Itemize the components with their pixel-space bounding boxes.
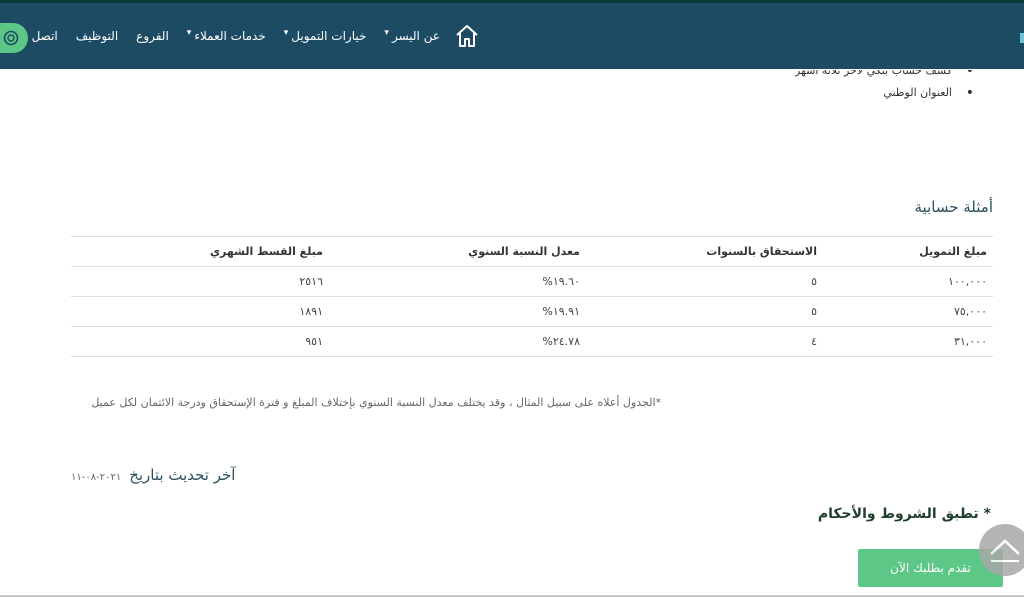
table-cell: ٣١,٠٠٠ — [823, 326, 993, 357]
chat-icon — [3, 30, 19, 46]
table-cell: ٥ — [586, 296, 823, 327]
table-cell: ١٩.٦٠% — [329, 266, 586, 297]
nav-item-customer-services[interactable]: خدمات العملاء ▾ — [186, 28, 266, 43]
scroll-to-top-button[interactable] — [979, 524, 1024, 576]
nav-item-label: خيارات التمويل — [291, 29, 367, 43]
terms-notice: * تطبق الشروط والأحكام — [817, 506, 991, 522]
caret-down-icon: ▾ — [384, 28, 389, 38]
table-cell: ١٨٩١ — [71, 296, 329, 327]
nav-item-financing-options[interactable]: خيارات التمويل ▾ — [283, 28, 367, 43]
table-cell: ٢٥١٦ — [71, 266, 329, 297]
nav-item-branches[interactable]: الفروع — [136, 29, 169, 43]
table-cell: ٢٤.٧٨% — [329, 326, 586, 357]
calculation-examples-table: مبلغ التمويل الاستحقاق بالسنوات معدل الن… — [71, 236, 993, 357]
nav-item-careers[interactable]: التوظيف — [76, 29, 118, 43]
table-cell: ١٠٠,٠٠٠ — [823, 266, 993, 297]
last-update-label: آخر تحديث بتاريخ — [129, 466, 236, 484]
table-cell: ١٩.٩١% — [329, 296, 586, 327]
column-header: الاستحقاق بالسنوات — [586, 236, 823, 267]
requirements-list: كشف حساب بنكي لآخر ثلاثة أشهر العنوان ال… — [795, 60, 976, 104]
column-header: مبلغ التمويل — [823, 236, 993, 267]
table-cell: ٥ — [586, 266, 823, 297]
table-cell: ٤ — [586, 326, 823, 357]
list-item: كشف حساب بنكي لآخر ثلاثة أشهر — [795, 70, 976, 82]
last-update: آخر تحديث بتاريخ ٢٠٢١-٠٨-١١ — [71, 466, 235, 484]
table-row: ٧٥,٠٠٠ ٥ ١٩.٩١% ١٨٩١ — [71, 296, 993, 327]
column-header: مبلغ القسط الشهري — [71, 236, 329, 267]
list-item: العنوان الوطني — [795, 82, 976, 104]
nav-edge-indicator — [1020, 33, 1024, 43]
nav-item-label: عن اليسر — [391, 29, 440, 43]
caret-down-icon: ▾ — [186, 28, 192, 38]
nav-menu: عن اليسر ▾ خيارات التمويل ▾ خدمات العملا… — [0, 3, 440, 69]
nav-item-label: الفروع — [136, 29, 169, 43]
section-title: أمثلة حسابية — [914, 198, 993, 216]
column-header: معدل النسبة السنوي — [329, 236, 586, 267]
table-cell: ٧٥,٠٠٠ — [823, 296, 993, 327]
table-row: ٣١,٠٠٠ ٤ ٢٤.٧٨% ٩٥١ — [71, 326, 993, 357]
table-footnote: *الجدول أعلاه على سبيل المثال ، وقد يختل… — [91, 396, 661, 409]
nav-item-label: التوظيف — [75, 29, 119, 43]
nav-item-label: خدمات العملاء — [194, 29, 266, 43]
home-icon[interactable] — [454, 23, 480, 49]
table-cell: ٩٥١ — [71, 326, 329, 357]
chevron-up-icon — [990, 539, 1020, 562]
caret-down-icon: ▾ — [283, 28, 289, 38]
nav-item-about[interactable]: عن اليسر ▾ — [384, 28, 440, 43]
table-header-row: مبلغ التمويل الاستحقاق بالسنوات معدل الن… — [71, 236, 993, 267]
table-row: ١٠٠,٠٠٠ ٥ ١٩.٦٠% ٢٥١٦ — [71, 266, 993, 297]
last-update-date: ٢٠٢١-٠٨-١١ — [71, 472, 122, 483]
